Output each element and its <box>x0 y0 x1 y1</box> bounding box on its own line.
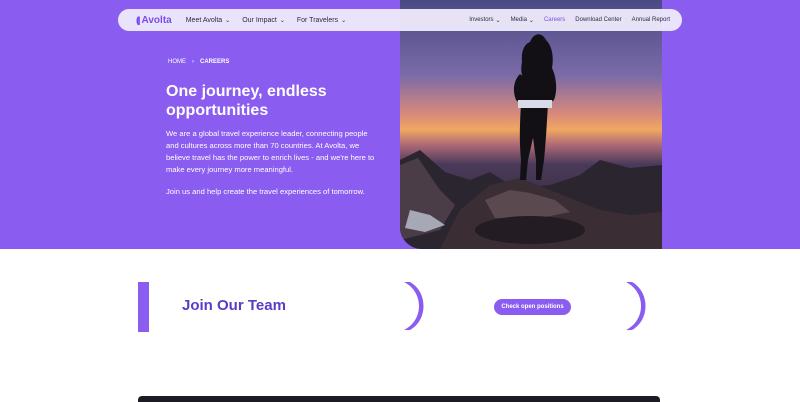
breadcrumb: HOME › CAREERS <box>168 59 229 65</box>
chevron-down-icon: ⌄ <box>341 17 347 24</box>
join-our-team-heading: Join Our Team <box>182 297 286 314</box>
nav-media[interactable]: Media ⌄ <box>511 17 534 24</box>
hero-section <box>0 0 800 249</box>
hero-paragraph-cta: Join us and help create the travel exper… <box>166 187 365 196</box>
nav-download-center[interactable]: Download Center <box>575 17 621 24</box>
chevron-down-icon: ⌄ <box>225 17 231 24</box>
nav-our-impact[interactable]: Our Impact ⌄ <box>242 17 285 24</box>
chevron-down-icon: ⌄ <box>495 17 501 24</box>
hero-paragraph-intro: We are a global travel experience leader… <box>166 129 375 174</box>
hero-image-hiker-sunset <box>400 0 662 249</box>
nav-annual-report[interactable]: Annual Report <box>632 17 670 24</box>
nav-careers[interactable]: Careers <box>544 17 565 24</box>
brand-logo[interactable]: ((| Avolta <box>136 15 172 26</box>
brand-name: Avolta <box>141 14 172 26</box>
decorative-paren-left <box>404 282 424 330</box>
check-open-positions-button[interactable]: Check open positions <box>494 299 571 315</box>
nav-for-travelers[interactable]: For Travelers ⌄ <box>297 17 346 24</box>
join-accent-bar <box>138 282 149 332</box>
breadcrumb-separator: › <box>192 59 194 65</box>
nav-investors[interactable]: Investors ⌄ <box>469 17 500 24</box>
chevron-down-icon: ⌄ <box>279 17 285 24</box>
avolta-logo-icon: ((| <box>136 15 140 25</box>
dark-section-top-edge <box>138 396 660 402</box>
breadcrumb-current: CAREERS <box>200 59 230 65</box>
nav-meet-avolta[interactable]: Meet Avolta ⌄ <box>186 17 230 24</box>
breadcrumb-home[interactable]: HOME <box>168 59 186 65</box>
top-navbar: ((| Avolta Meet Avolta ⌄ Our Impact ⌄ For … <box>118 9 682 31</box>
decorative-paren-right <box>626 282 646 330</box>
page-title: One journey, endless opportunities <box>166 83 327 119</box>
chevron-down-icon: ⌄ <box>528 17 534 24</box>
